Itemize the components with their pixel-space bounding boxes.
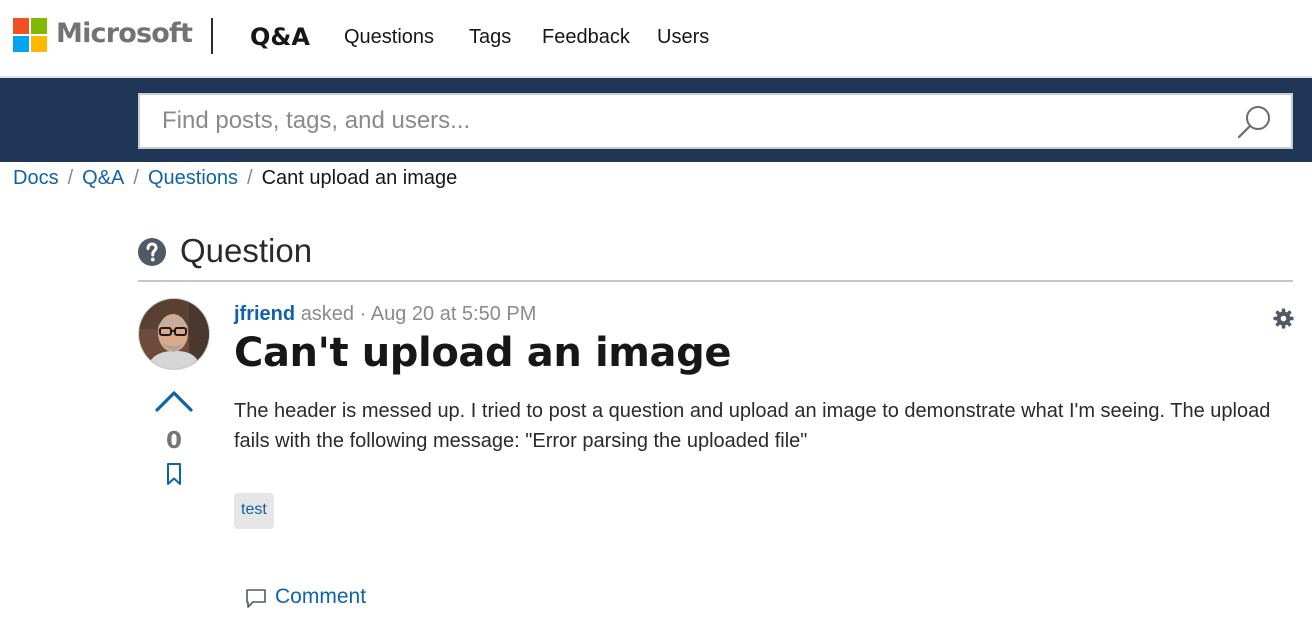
search-band xyxy=(0,76,1312,162)
breadcrumb-docs[interactable]: Docs xyxy=(13,167,59,189)
search-icon[interactable] xyxy=(1235,103,1273,141)
meta-separator: · xyxy=(359,303,367,325)
section-heading-text: Question xyxy=(180,232,313,269)
question-circle-icon xyxy=(138,238,166,266)
nav-tags[interactable]: Tags xyxy=(469,26,511,49)
breadcrumb-current: Cant upload an image xyxy=(261,167,458,189)
upvote-chevron-icon[interactable] xyxy=(154,388,194,414)
search-input[interactable] xyxy=(140,95,1220,147)
product-title[interactable]: Q&A xyxy=(250,23,310,51)
nav-questions[interactable]: Questions xyxy=(344,26,434,49)
author-link[interactable]: jfriend xyxy=(234,303,295,325)
comment-icon xyxy=(246,589,266,608)
breadcrumb: Docs / Q&A / Questions / Cant upload an image xyxy=(13,167,457,190)
question-timestamp: Aug 20 at 5:50 PM xyxy=(370,303,537,325)
microsoft-wordmark[interactable]: Microsoft xyxy=(56,18,193,49)
question-body: The header is messed up. I tried to post… xyxy=(234,400,1271,452)
section-heading: Question xyxy=(138,232,1293,282)
question-meta: jfriend asked · Aug 20 at 5:50 PM xyxy=(234,303,536,326)
tag-test[interactable]: test xyxy=(234,493,274,529)
nav-feedback[interactable]: Feedback xyxy=(542,26,630,49)
top-nav: Microsoft Q&A Questions Tags Feedback Us… xyxy=(0,0,1312,76)
gear-icon[interactable] xyxy=(1273,308,1294,329)
comment-label: Comment xyxy=(275,585,367,608)
nav-users[interactable]: Users xyxy=(657,26,709,49)
nav-divider xyxy=(211,18,213,54)
bookmark-icon[interactable] xyxy=(165,462,183,486)
search-box xyxy=(138,93,1293,149)
avatar-image xyxy=(139,299,209,369)
microsoft-logo-icon[interactable] xyxy=(13,18,48,53)
breadcrumb-questions[interactable]: Questions xyxy=(148,167,238,189)
breadcrumb-separator: / xyxy=(247,167,253,189)
vote-count: 0 xyxy=(165,428,182,454)
breadcrumb-qa[interactable]: Q&A xyxy=(82,167,124,189)
breadcrumb-separator: / xyxy=(133,167,139,189)
question-title: Can't upload an image xyxy=(234,330,732,376)
asked-label: asked xyxy=(300,303,355,325)
avatar[interactable] xyxy=(138,298,210,370)
breadcrumb-separator: / xyxy=(67,167,74,189)
